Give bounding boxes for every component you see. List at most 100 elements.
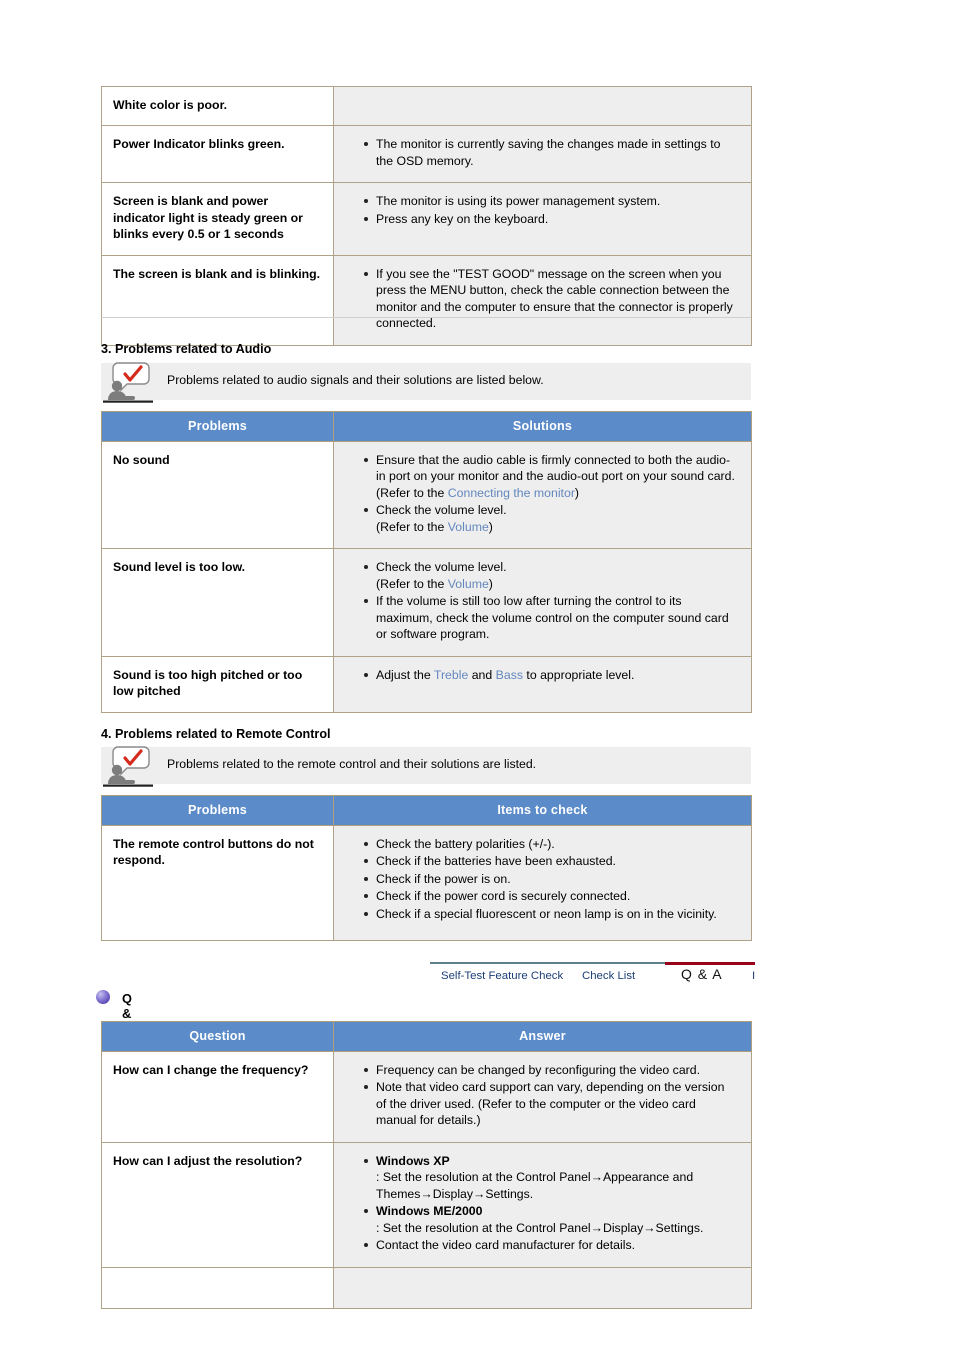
table-header-row: Question Answer: [101, 1021, 752, 1052]
list-item: Note that video card support can vary, d…: [364, 1079, 737, 1128]
list-item: Ensure that the audio cable is firmly co…: [364, 452, 737, 501]
sphere-bullet-icon: [96, 990, 110, 1004]
solution-list: Ensure that the audio cable is firmly co…: [334, 452, 737, 535]
solution-list: Adjust the Treble and Bass to appropriat…: [334, 667, 737, 683]
text: : Set the resolution at the Control Pane…: [376, 1170, 694, 1201]
solution-cell: The monitor is currently saving the chan…: [333, 125, 752, 184]
audio-note-text: Problems related to audio signals and th…: [167, 373, 544, 387]
table-row: The remote control buttons do not respon…: [101, 825, 752, 941]
remote-note-text: Problems related to the remote control a…: [167, 757, 537, 771]
qa-header-question: Question: [101, 1021, 334, 1052]
list-item: If the volume is still too low after tur…: [364, 593, 737, 642]
table-header-row: Problems Solutions: [101, 411, 752, 442]
problem-cell: How can I change the frequency?: [101, 1051, 334, 1143]
text: Contact the video card manufacturer for …: [376, 1238, 636, 1253]
tab-q-and-a[interactable]: Q & A: [681, 966, 723, 982]
remote-header-problems: Problems: [101, 795, 334, 826]
problem-cell: No sound: [101, 440, 334, 550]
list-item: The monitor is using its power managemen…: [364, 193, 737, 209]
solution-cell: [333, 85, 752, 127]
text: to appropriate level.: [523, 667, 635, 682]
solution-list: Frequency can be changed by reconfigurin…: [334, 1062, 737, 1129]
text: ): [488, 576, 493, 591]
problem-cell: Power Indicator blinks green.: [101, 125, 334, 184]
table-row: White color is poor.: [101, 85, 752, 127]
solution-cell: Ensure that the audio cable is firmly co…: [333, 440, 752, 550]
solution-cell: [333, 1266, 752, 1309]
inline-link[interactable]: Volume: [448, 520, 489, 534]
text: and: [468, 667, 496, 682]
solution-cell: Adjust the Treble and Bass to appropriat…: [333, 655, 752, 713]
tab-next-partial[interactable]: I: [752, 970, 756, 982]
table-row: Sound level is too low. Check the volume …: [101, 548, 752, 657]
solution-list: If you see the "TEST GOOD" message on th…: [334, 266, 737, 332]
inline-link[interactable]: Treble: [434, 668, 468, 682]
problem-cell: Sound is too high pitched or too low pit…: [101, 655, 334, 713]
solution-cell: Windows XP : Set the resolution at the Co…: [333, 1141, 752, 1268]
qa-header-answer: Answer: [333, 1021, 752, 1052]
text: ): [488, 519, 493, 534]
table-header-row: Problems Items to check: [101, 795, 752, 826]
list-item: Check if a special fluorescent or neon l…: [364, 906, 737, 922]
text: Check the volume level.: [376, 560, 507, 575]
list-item: Check if the power is on.: [364, 871, 737, 887]
remote-problems-table: Problems Items to check The remote contr…: [101, 795, 752, 941]
table-row: [101, 1266, 752, 1309]
bold-text: Windows XP: [376, 1153, 450, 1168]
audio-note-strip: Problems related to audio signals and th…: [101, 362, 751, 403]
solution-cell: Check the battery polarities (+/-). Check…: [333, 825, 752, 941]
text: ): [574, 485, 580, 500]
problem-cell: Screen is blank and power indicator ligh…: [101, 182, 334, 256]
list-item: Adjust the Treble and Bass to appropriat…: [364, 667, 737, 683]
list-item: Check the volume level. (Refer to the Vol…: [364, 502, 737, 535]
person-speech-check-icon: [101, 359, 157, 405]
text: If the volume is still too low after tur…: [376, 594, 729, 642]
audio-section-heading: 3. Problems related to Audio: [101, 342, 272, 356]
qa-table: Question Answer How can I change the fre…: [101, 1021, 752, 1309]
solution-cell: Check the volume level. (Refer to the Vol…: [333, 548, 752, 657]
table-row: How can I adjust the resolution? Windows …: [101, 1141, 752, 1268]
audio-problems-table: Problems Solutions No sound Ensure that t…: [101, 411, 752, 713]
problem-cell: The remote control buttons do not respon…: [101, 825, 334, 941]
text: Frequency can be changed by reconfigurin…: [376, 1063, 701, 1077]
list-item: Windows XP : Set the resolution at the Co…: [364, 1153, 737, 1202]
problem-cell: Sound level is too low.: [101, 548, 334, 657]
text: (Refer to the: [376, 576, 448, 591]
solution-cell: Frequency can be changed by reconfigurin…: [333, 1051, 752, 1143]
nav-rule: [430, 962, 665, 964]
solution-cell: The monitor is using its power managemen…: [333, 182, 752, 256]
text: Ensure that the audio cable is firmly co…: [376, 453, 735, 484]
audio-header-problems: Problems: [101, 411, 334, 442]
list-item: If you see the "TEST GOOD" message on th…: [364, 266, 737, 332]
list-item: Contact the video card manufacturer for …: [364, 1237, 737, 1253]
tab-self-test-feature-check[interactable]: Self-Test Feature Check: [441, 970, 563, 982]
list-item: The monitor is currently saving the chan…: [364, 136, 737, 169]
inline-link[interactable]: Connecting the monitor: [448, 486, 575, 500]
solution-list: The monitor is using its power managemen…: [334, 193, 737, 227]
text: Adjust the: [376, 667, 434, 682]
remote-header-items: Items to check: [333, 795, 752, 826]
inline-link[interactable]: Bass: [496, 668, 523, 682]
problem-cell: How can I adjust the resolution?: [101, 1141, 334, 1268]
solution-list: Check the battery polarities (+/-). Check…: [334, 836, 737, 922]
list-item: Check the volume level. (Refer to the Vol…: [364, 559, 737, 592]
tab-check-list[interactable]: Check List: [582, 970, 635, 982]
problem-cell: White color is poor.: [101, 85, 334, 127]
audio-header-solutions: Solutions: [333, 411, 752, 442]
remote-section-heading: 4. Problems related to Remote Control: [101, 727, 331, 741]
solution-cell: If you see the "TEST GOOD" message on th…: [333, 254, 752, 346]
list-item: Check the battery polarities (+/-).: [364, 836, 737, 852]
table-row: How can I change the frequency? Frequency…: [101, 1051, 752, 1143]
manual-page: White color is poor. Power Indicator blin…: [0, 0, 954, 1351]
table-row: Screen is blank and power indicator ligh…: [101, 182, 752, 256]
video-problems-table: White color is poor. Power Indicator blin…: [101, 85, 752, 346]
solution-list: Windows XP : Set the resolution at the Co…: [334, 1153, 737, 1254]
section-nav-tabs: Self-Test Feature Check Check List Q & A…: [430, 962, 755, 992]
inline-link[interactable]: Volume: [448, 577, 489, 591]
list-item: Check if the batteries have been exhaust…: [364, 853, 737, 869]
text: Note that video card support can vary, d…: [376, 1080, 725, 1128]
table-row: Sound is too high pitched or too low pit…: [101, 655, 752, 713]
table-row: Power Indicator blinks green. The monitor…: [101, 125, 752, 184]
table-row: The screen is blank and is blinking. If y…: [101, 254, 752, 346]
nav-active-indicator: [665, 962, 755, 965]
